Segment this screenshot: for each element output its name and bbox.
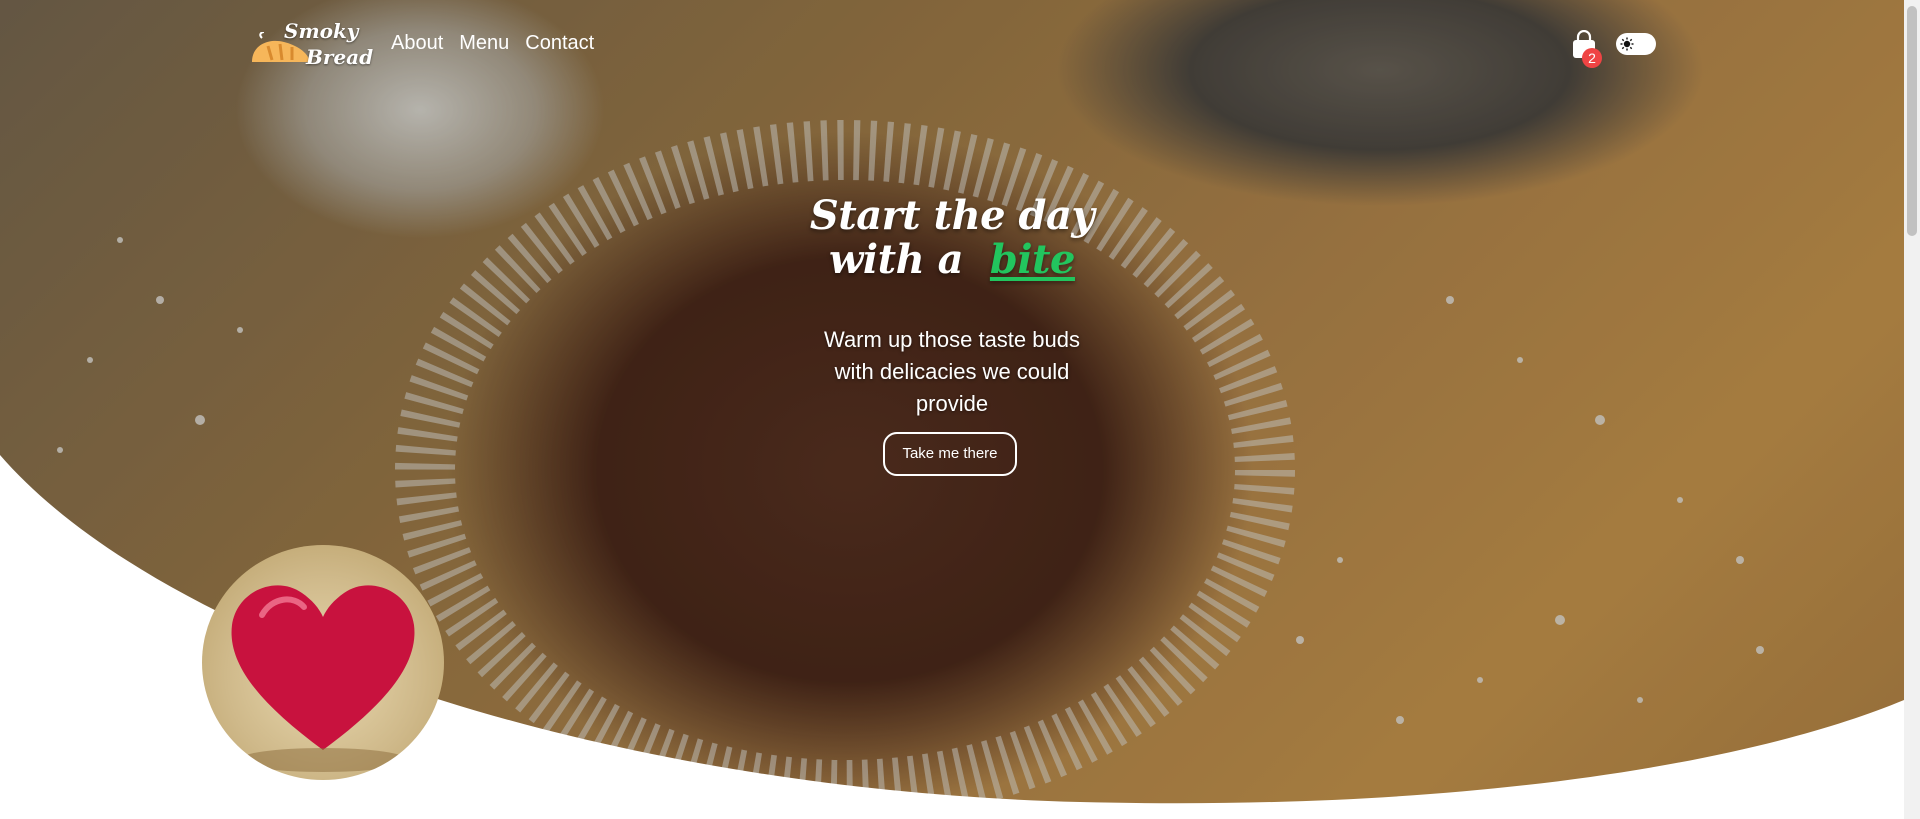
hero-title-line1: Start the day bbox=[809, 192, 1095, 239]
nav-link-menu[interactable]: Menu bbox=[459, 32, 509, 55]
scrollbar-thumb[interactable] bbox=[1907, 6, 1917, 236]
hero-title-prefix: with a bbox=[829, 236, 964, 283]
sun-icon bbox=[1620, 37, 1634, 51]
nav-link-about[interactable]: About bbox=[391, 32, 443, 55]
brand-logo[interactable]: Smoky Bread bbox=[248, 18, 373, 76]
main-nav: About Menu Contact bbox=[391, 32, 610, 55]
take-me-there-button[interactable]: Take me there bbox=[883, 432, 1017, 476]
featured-cake-image[interactable] bbox=[202, 545, 444, 780]
brand-name-line2: Bread bbox=[306, 45, 374, 69]
theme-toggle[interactable] bbox=[1616, 33, 1656, 55]
brand-name: Smoky Bread bbox=[284, 18, 373, 70]
heart-cake-icon bbox=[231, 585, 415, 772]
nav-link-contact[interactable]: Contact bbox=[525, 32, 594, 55]
brand-name-line1: Smoky bbox=[284, 19, 359, 43]
hero-subtitle: Warm up those taste buds with delicacies… bbox=[824, 327, 1080, 416]
cart-count-badge: 2 bbox=[1582, 48, 1602, 68]
hero-title-accent: bite bbox=[989, 236, 1076, 283]
cart-button[interactable]: 2 bbox=[1570, 29, 1602, 68]
scrollbar[interactable] bbox=[1904, 0, 1920, 819]
hero-title: Start the day with a bite bbox=[0, 194, 1904, 282]
